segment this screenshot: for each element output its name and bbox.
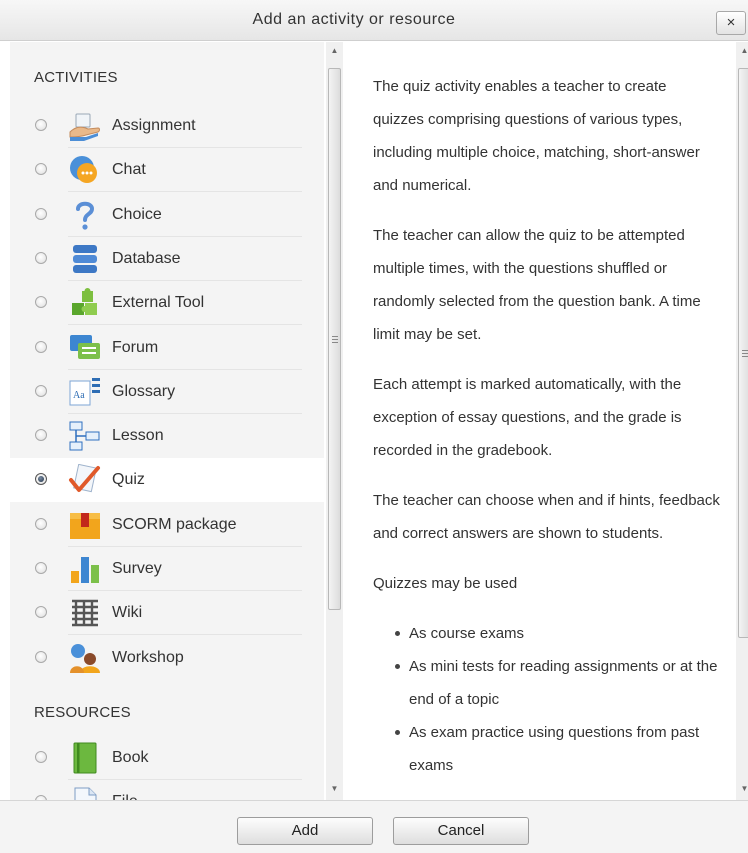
module-radio[interactable]: [35, 751, 47, 763]
resources-heading: RESOURCES: [34, 704, 131, 721]
module-option-lesson[interactable]: Lesson: [10, 414, 324, 458]
module-radio[interactable]: [35, 296, 47, 309]
module-label: Glossary: [112, 382, 176, 400]
scroll-up-arrow-icon[interactable]: ▲: [326, 42, 343, 60]
module-radio[interactable]: [35, 207, 47, 220]
module-option-survey[interactable]: Survey: [10, 547, 324, 591]
module-label: Choice: [112, 205, 162, 223]
description-paragraph: Each attempt is marked automatically, wi…: [373, 376, 682, 459]
module-radio[interactable]: [35, 163, 47, 176]
description-paragraph: The teacher can choose when and if hints…: [373, 492, 720, 542]
scorm-package-icon: [68, 509, 102, 541]
description-panel: The quiz activity enables a teacher to c…: [344, 42, 736, 800]
module-list-scrollbar[interactable]: ▲ ▼: [326, 42, 343, 800]
module-radio[interactable]: [35, 340, 47, 353]
module-radio[interactable]: [35, 473, 47, 486]
list-item: As course exams: [395, 617, 721, 650]
chat-icon: [68, 154, 102, 186]
close-button[interactable]: ×: [716, 11, 746, 35]
module-option-external-tool[interactable]: External Tool: [10, 281, 324, 325]
cancel-button[interactable]: Cancel: [393, 817, 529, 845]
add-button[interactable]: Add: [237, 817, 373, 845]
book-icon: [68, 742, 102, 774]
description-scrollbar[interactable]: ▲ ▼: [736, 42, 748, 800]
module-option-quiz[interactable]: Quiz: [10, 458, 324, 503]
database-icon: [68, 243, 102, 275]
list-item: As exam practice using questions from pa…: [395, 716, 721, 782]
module-radio[interactable]: [35, 517, 47, 530]
module-label: File: [112, 793, 138, 800]
workshop-icon: [68, 642, 102, 674]
dialog-title-bar: Add an activity or resource ×: [0, 0, 748, 41]
module-option-assignment[interactable]: Assignment: [10, 104, 324, 148]
module-label: Assignment: [112, 117, 196, 134]
module-radio[interactable]: [35, 562, 47, 574]
add-activity-dialog: Add an activity or resource × ACTIVITIES…: [0, 0, 748, 853]
module-label: Workshop: [112, 648, 184, 666]
scroll-down-arrow-icon[interactable]: ▼: [326, 780, 343, 798]
list-item: As mini tests for reading assignments or…: [395, 650, 721, 716]
wiki-icon: [68, 597, 102, 629]
forum-icon: [68, 332, 102, 364]
module-label: Survey: [112, 560, 162, 577]
module-option-file[interactable]: File: [10, 780, 324, 800]
module-option-chat[interactable]: Chat: [10, 148, 324, 192]
uses-list: As course exams As mini tests for reading…: [373, 617, 721, 782]
module-label: Quiz: [112, 471, 145, 489]
scroll-up-arrow-icon[interactable]: ▲: [736, 42, 748, 60]
quiz-icon: [68, 464, 102, 496]
module-radio[interactable]: [35, 384, 47, 397]
scrollbar-thumb[interactable]: [328, 68, 341, 610]
dialog-title: Add an activity or resource: [252, 11, 456, 28]
module-label: Forum: [112, 338, 159, 356]
svg-text:Aa: Aa: [73, 390, 85, 401]
module-label: Book: [112, 749, 149, 766]
module-radio[interactable]: [35, 429, 47, 442]
module-option-book[interactable]: Book: [10, 736, 324, 780]
module-option-workshop[interactable]: Workshop: [10, 636, 324, 680]
module-label: External Tool: [112, 294, 205, 312]
scrollbar-thumb[interactable]: [738, 68, 748, 638]
module-radio[interactable]: [35, 650, 47, 663]
description-text: The quiz activity enables a teacher to c…: [373, 70, 721, 782]
file-icon: [68, 786, 102, 800]
dialog-footer: Add Cancel: [0, 800, 748, 853]
scroll-down-arrow-icon[interactable]: ▼: [736, 780, 748, 798]
module-option-wiki[interactable]: Wiki: [10, 591, 324, 635]
description-paragraph: Quizzes may be used: [373, 575, 518, 592]
module-option-forum[interactable]: Forum: [10, 326, 324, 370]
glossary-icon: Aa: [68, 376, 102, 408]
description-paragraph: The quiz activity enables a teacher to c…: [373, 78, 700, 194]
external-tool-icon: [68, 287, 102, 319]
module-option-glossary[interactable]: Aa Glossary: [10, 370, 324, 414]
module-option-scorm-package[interactable]: SCORM package: [10, 503, 324, 547]
survey-icon: [68, 553, 102, 585]
module-list-panel: ACTIVITIES Assignment Chat Choice Database Ex…: [10, 42, 324, 800]
module-label: Wiki: [112, 604, 143, 622]
choice-icon: [68, 199, 102, 231]
module-label: Lesson: [112, 427, 164, 445]
module-label: Database: [112, 249, 181, 267]
activities-heading: ACTIVITIES: [34, 69, 118, 86]
module-radio[interactable]: [35, 119, 47, 131]
lesson-icon: [68, 420, 102, 452]
assignment-icon: [68, 110, 102, 142]
module-option-choice[interactable]: Choice: [10, 193, 324, 237]
module-option-database[interactable]: Database: [10, 237, 324, 281]
module-label: SCORM package: [112, 515, 237, 533]
description-paragraph: The teacher can allow the quiz to be att…: [373, 227, 701, 343]
module-radio[interactable]: [35, 606, 47, 619]
module-radio[interactable]: [35, 251, 47, 264]
module-label: Chat: [112, 161, 146, 179]
